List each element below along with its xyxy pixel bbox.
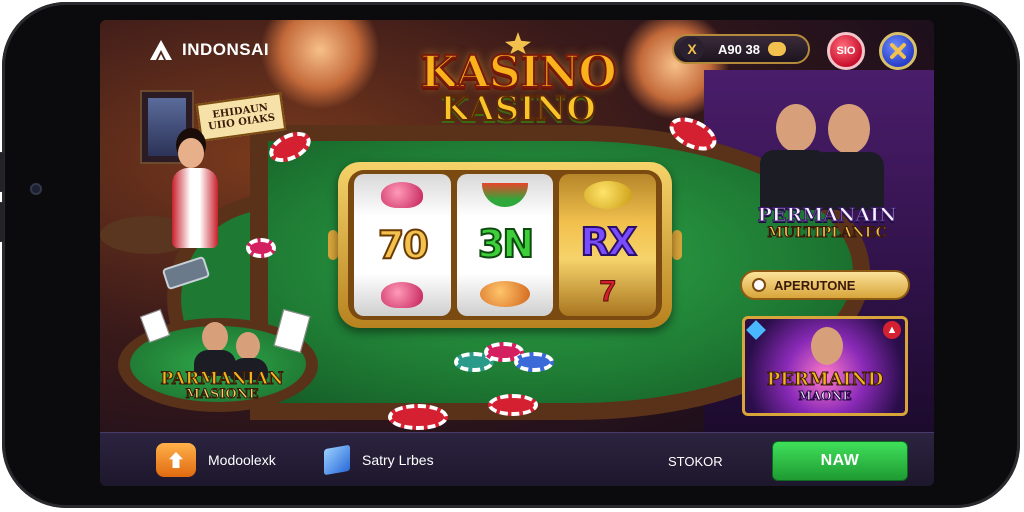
reel-3: RX 7 xyxy=(559,174,657,316)
host-body-2 xyxy=(812,152,884,210)
phone-frame: INDONSAI X A90 38 SIO KASINO KASINO 70 3… xyxy=(0,2,1020,508)
new-button[interactable]: NAW xyxy=(772,441,908,481)
sio-button[interactable]: SIO xyxy=(827,32,865,70)
bottom-navigation: Modoolexk Satry Lrbes STOKOR NAW xyxy=(100,432,934,486)
host-avatar-2 xyxy=(828,104,870,154)
promo-card[interactable]: ▲ PERMAIND MAONE xyxy=(742,316,908,416)
brand-name: INDONSAI xyxy=(182,40,270,59)
host-avatar-1 xyxy=(776,104,816,152)
heart-icon xyxy=(381,182,424,209)
reel-3-symbol: RX xyxy=(579,219,638,264)
multiplayer-title: PERMANAIN xyxy=(757,204,897,226)
peach-icon xyxy=(480,281,530,308)
multiplayer-game-tile[interactable]: PERMANAIN MULTIPLANEC xyxy=(742,204,912,242)
dealer-body xyxy=(172,168,218,248)
heart-icon xyxy=(381,281,424,308)
game-title: KASINO KASINO xyxy=(398,49,638,128)
slot-lever-right[interactable] xyxy=(672,230,682,260)
mini-table-title: PARMANIAN xyxy=(160,369,284,389)
info-icon xyxy=(752,278,766,292)
promo-avatar xyxy=(811,327,843,365)
sio-button-label: SIO xyxy=(836,45,856,57)
mini-table-subtitle: MASIONE xyxy=(185,387,259,402)
x-icon xyxy=(890,43,906,59)
casino-chip xyxy=(514,352,554,372)
front-camera xyxy=(30,183,42,195)
settings-x-button[interactable] xyxy=(879,32,917,70)
promo-badge-icon: ▲ xyxy=(883,321,901,339)
tab-modoolexk-label: Modoolexk xyxy=(208,452,276,468)
volume-up-button xyxy=(0,152,4,192)
reel-2: 3N xyxy=(456,174,554,316)
casino-chip xyxy=(488,394,538,416)
tab-modoolexk[interactable]: Modoolexk xyxy=(156,443,276,477)
casino-chip xyxy=(246,238,276,258)
close-x-icon[interactable]: X xyxy=(680,37,704,61)
reel-1: 70 xyxy=(354,174,451,316)
player-avatar xyxy=(202,322,228,352)
brand: INDONSAI xyxy=(148,38,269,62)
cube-icon xyxy=(324,444,350,476)
diamond-icon xyxy=(746,320,766,340)
stok-link[interactable]: STOKOR xyxy=(668,454,723,469)
casino-chip xyxy=(388,404,448,430)
coin-balance-value: A90 38 xyxy=(718,41,760,57)
multiplayer-subtitle: MULTIPLANEC xyxy=(767,225,887,242)
reel-1-symbol: 70 xyxy=(377,222,430,267)
slot-lever-left xyxy=(328,230,338,260)
promo-title: PERMAIND xyxy=(766,369,884,391)
promo-subtitle: MAONE xyxy=(798,389,852,404)
aper-button-label: APERUTONE xyxy=(774,277,856,293)
lemon-icon xyxy=(583,180,632,209)
volume-down-button xyxy=(0,202,4,242)
seven-icon: 7 xyxy=(599,275,617,309)
tab-satry-lrbes-label: Satry Lrbes xyxy=(362,452,434,468)
coin-icon xyxy=(767,42,786,56)
watermelon-icon xyxy=(482,182,528,207)
player-avatar xyxy=(236,332,260,360)
home-icon xyxy=(156,443,196,477)
tab-satry-lrbes[interactable]: Satry Lrbes xyxy=(324,443,434,477)
mini-table-game-tile[interactable]: PARMANIAN MASIONE xyxy=(160,369,284,403)
aper-button[interactable]: APERUTONE xyxy=(740,270,910,300)
coin-balance[interactable]: X A90 38 xyxy=(672,34,810,64)
reel-2-symbol: 3N xyxy=(477,221,535,266)
dealer-avatar xyxy=(178,138,204,168)
slot-machine[interactable]: 70 3N RX 7 xyxy=(338,162,672,328)
brand-logo-icon xyxy=(150,40,172,60)
game-screen: INDONSAI X A90 38 SIO KASINO KASINO 70 3… xyxy=(100,20,934,486)
